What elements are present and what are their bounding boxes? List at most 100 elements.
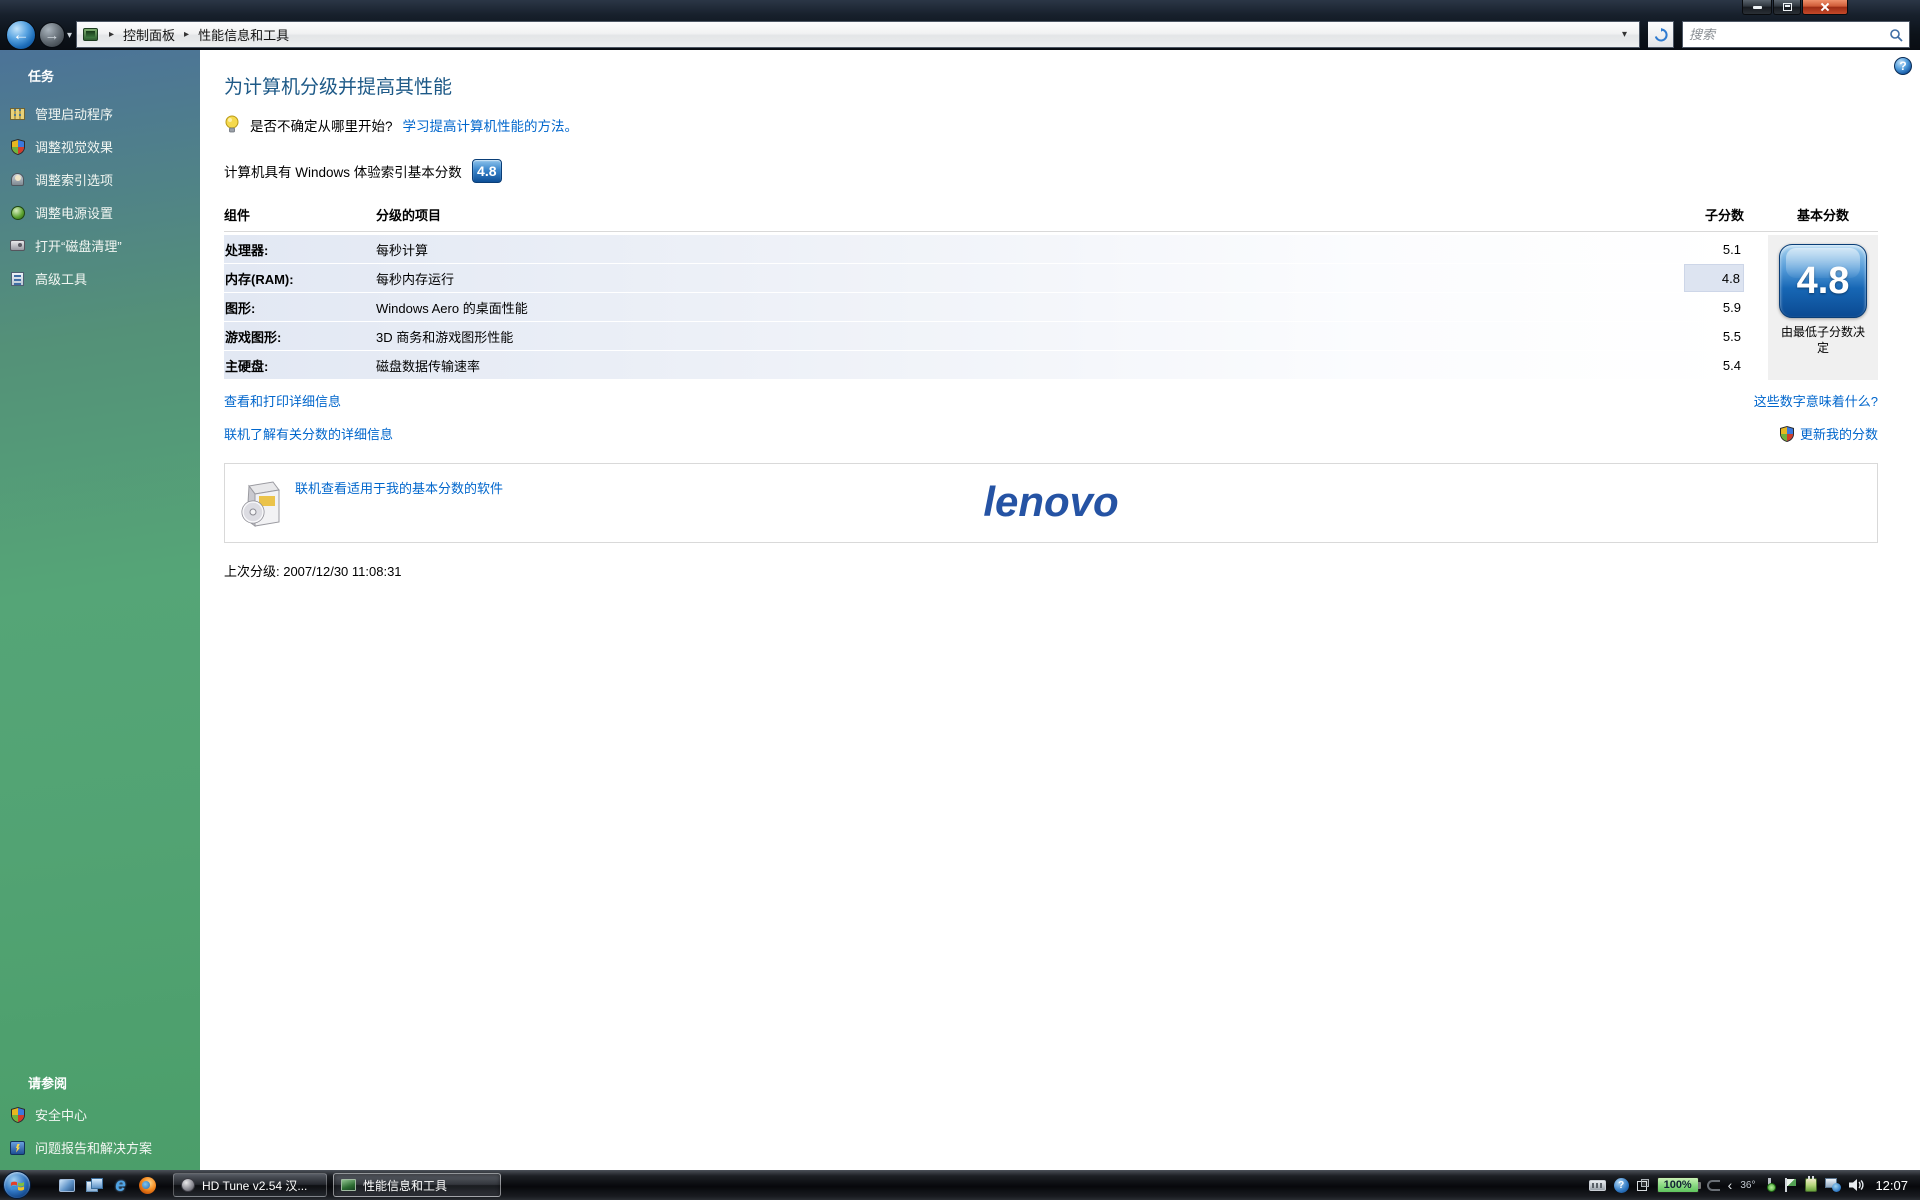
refresh-icon xyxy=(1654,28,1668,42)
tray-help-icon[interactable]: ? xyxy=(1614,1178,1629,1193)
forward-button[interactable]: → xyxy=(39,22,65,48)
question-mark-icon: ? xyxy=(1899,59,1906,73)
table-row: 内存(RAM): 每秒内存运行 4.8 xyxy=(224,264,1744,292)
sidebar-item-indexing-options[interactable]: 调整索引选项 xyxy=(0,163,200,196)
lenovo-logo: lenovo xyxy=(983,478,1118,526)
breadcrumb-control-panel[interactable]: 控制面板 xyxy=(121,23,177,46)
advanced-tools-icon xyxy=(9,270,26,287)
learn-performance-link[interactable]: 学习提高计算机性能的方法。 xyxy=(403,115,579,135)
notification-flag-icon[interactable] xyxy=(1784,1178,1797,1192)
window-controls xyxy=(1742,0,1848,15)
sidebar-item-advanced-tools[interactable]: 高级工具 xyxy=(0,262,200,295)
close-button[interactable] xyxy=(1802,0,1848,15)
base-score-caption: 由最低子分数决定 xyxy=(1777,325,1869,356)
problem-reports-icon xyxy=(9,1139,26,1156)
taskbar-button-performance-tools[interactable]: 性能信息和工具 xyxy=(333,1173,501,1197)
performance-tools-icon xyxy=(341,1179,356,1191)
network-icon[interactable] xyxy=(1825,1178,1841,1192)
safely-remove-usb-icon[interactable] xyxy=(1763,1178,1776,1192)
refresh-button[interactable] xyxy=(1648,21,1674,48)
column-header-component: 组件 xyxy=(224,205,376,224)
security-shield-icon xyxy=(9,138,26,155)
windows-flag-icon xyxy=(10,1178,25,1193)
nav-history-chevron-icon[interactable]: ▾ xyxy=(67,30,72,41)
hidden-icons-chevron-icon[interactable]: ‹ xyxy=(1728,1177,1733,1193)
disk-cleanup-icon xyxy=(9,237,26,254)
banner-link-row: 联机查看适用于我的基本分数的软件 xyxy=(239,478,503,530)
see-also-section: 请参阅 安全中心 问题报告和解决方案 xyxy=(0,1057,200,1164)
subscore-value-highlighted: 4.8 xyxy=(1684,264,1744,292)
main-content: ? 为计算机分级并提高其性能 是否不确定从哪里开始? 学习提高计算机性能的方法。… xyxy=(200,50,1920,1170)
subscore-value: 5.5 xyxy=(1684,322,1744,350)
hint-text: 是否不确定从哪里开始? xyxy=(250,115,393,135)
search-icon[interactable] xyxy=(1889,28,1903,42)
subscore-value: 5.1 xyxy=(1684,235,1744,263)
breadcrumb-separator-icon: ▸ xyxy=(184,29,189,40)
base-score-line: 计算机具有 Windows 体验索引基本分数 4.8 xyxy=(224,159,1878,183)
battery-meter[interactable]: 100% xyxy=(1657,1177,1699,1193)
sidebar-item-security-center[interactable]: 安全中心 xyxy=(0,1098,200,1131)
hint-row: 是否不确定从哪里开始? 学习提高计算机性能的方法。 xyxy=(224,115,1878,135)
clock[interactable]: 12:07 xyxy=(1875,1178,1908,1193)
taskbar: e HD Tune v2.54 汉... 性能信息和工具 ? 100% ‹ 36… xyxy=(0,1170,1920,1200)
power-settings-icon xyxy=(9,204,26,221)
sidebar-item-disk-cleanup[interactable]: 打开“磁盘清理” xyxy=(0,229,200,262)
subscore-value: 5.9 xyxy=(1684,293,1744,321)
view-software-online-link[interactable]: 联机查看适用于我的基本分数的软件 xyxy=(295,478,503,497)
table-body: 处理器: 每秒计算 5.1 内存(RAM): 每秒内存运行 4.8 图形: Wi… xyxy=(224,232,1878,379)
software-box-icon xyxy=(239,478,283,530)
back-button[interactable]: ← xyxy=(6,20,36,50)
table-row: 游戏图形: 3D 商务和游戏图形性能 5.5 xyxy=(224,322,1744,350)
address-dropdown-icon[interactable]: ▾ xyxy=(1616,29,1633,40)
indexing-options-icon xyxy=(9,171,26,188)
sidebar-item-problem-reports[interactable]: 问题报告和解决方案 xyxy=(0,1131,200,1164)
view-print-details-link[interactable]: 查看和打印详细信息 xyxy=(224,391,341,410)
breadcrumb-performance-tools[interactable]: 性能信息和工具 xyxy=(196,23,291,46)
page-title: 为计算机分级并提高其性能 xyxy=(224,72,1878,99)
show-desktop-icon[interactable] xyxy=(57,1176,76,1195)
base-score-badge-small: 4.8 xyxy=(472,159,502,183)
links-row-1: 查看和打印详细信息 这些数字意味着什么? xyxy=(224,391,1878,410)
column-header-subscore: 子分数 xyxy=(1684,205,1744,224)
column-header-base-score: 基本分数 xyxy=(1768,205,1878,224)
sidebar-item-power-settings[interactable]: 调整电源设置 xyxy=(0,196,200,229)
switch-windows-icon[interactable] xyxy=(84,1176,103,1195)
search-box[interactable] xyxy=(1682,21,1910,48)
internet-explorer-icon[interactable]: e xyxy=(111,1176,130,1195)
learn-scores-online-link[interactable]: 联机了解有关分数的详细信息 xyxy=(224,424,393,443)
address-bar[interactable]: ▸ 控制面板 ▸ 性能信息和工具 ▾ xyxy=(76,21,1640,48)
hdtune-icon xyxy=(181,1178,195,1192)
what-numbers-mean-link[interactable]: 这些数字意味着什么? xyxy=(1754,391,1878,410)
firefox-icon[interactable] xyxy=(138,1176,157,1195)
system-tray: ? 100% ‹ 36° 12:07 xyxy=(1589,1177,1920,1193)
popout-window-icon[interactable] xyxy=(1637,1179,1649,1191)
help-button[interactable]: ? xyxy=(1894,57,1912,75)
keyboard-language-icon[interactable] xyxy=(1589,1180,1606,1191)
breadcrumb-separator-icon: ▸ xyxy=(109,29,114,40)
restore-icon xyxy=(1783,3,1792,11)
minimize-button[interactable] xyxy=(1742,0,1772,15)
base-score-panel: 4.8 由最低子分数决定 xyxy=(1768,235,1878,380)
volume-icon[interactable] xyxy=(1849,1178,1865,1192)
search-input[interactable] xyxy=(1689,27,1889,42)
desktop: ← → ▾ ▸ 控制面板 ▸ 性能信息和工具 ▾ xyxy=(0,0,1920,1200)
base-score-text: 计算机具有 Windows 体验索引基本分数 xyxy=(224,161,462,181)
wei-score-table: 组件 分级的项目 子分数 基本分数 处理器: 每秒计算 5.1 内存(RAM):… xyxy=(224,201,1878,379)
minimize-icon xyxy=(1753,6,1762,9)
sidebar-item-manage-startup[interactable]: 管理启动程序 xyxy=(0,97,200,130)
taskbar-button-hdtune[interactable]: HD Tune v2.54 汉... xyxy=(173,1173,327,1197)
close-icon xyxy=(1820,2,1830,12)
temperature-readout: 36° xyxy=(1740,1180,1755,1191)
update-my-score-link[interactable]: 更新我的分数 xyxy=(1800,424,1878,443)
start-button[interactable] xyxy=(3,1171,31,1199)
window-titlebar: ← → ▾ ▸ 控制面板 ▸ 性能信息和工具 ▾ xyxy=(0,0,1920,50)
oem-banner: 联机查看适用于我的基本分数的软件 lenovo xyxy=(224,463,1878,543)
power-plug-icon[interactable] xyxy=(1805,1178,1817,1192)
security-shield-icon xyxy=(9,1106,26,1123)
clamp-tool-icon[interactable] xyxy=(1707,1180,1720,1191)
last-rated-text: 上次分级: 2007/12/30 11:08:31 xyxy=(224,561,1878,580)
base-score-badge-large: 4.8 xyxy=(1779,244,1867,318)
quick-launch: e xyxy=(57,1176,157,1195)
restore-button[interactable] xyxy=(1773,0,1801,15)
sidebar-item-visual-effects[interactable]: 调整视觉效果 xyxy=(0,130,200,163)
